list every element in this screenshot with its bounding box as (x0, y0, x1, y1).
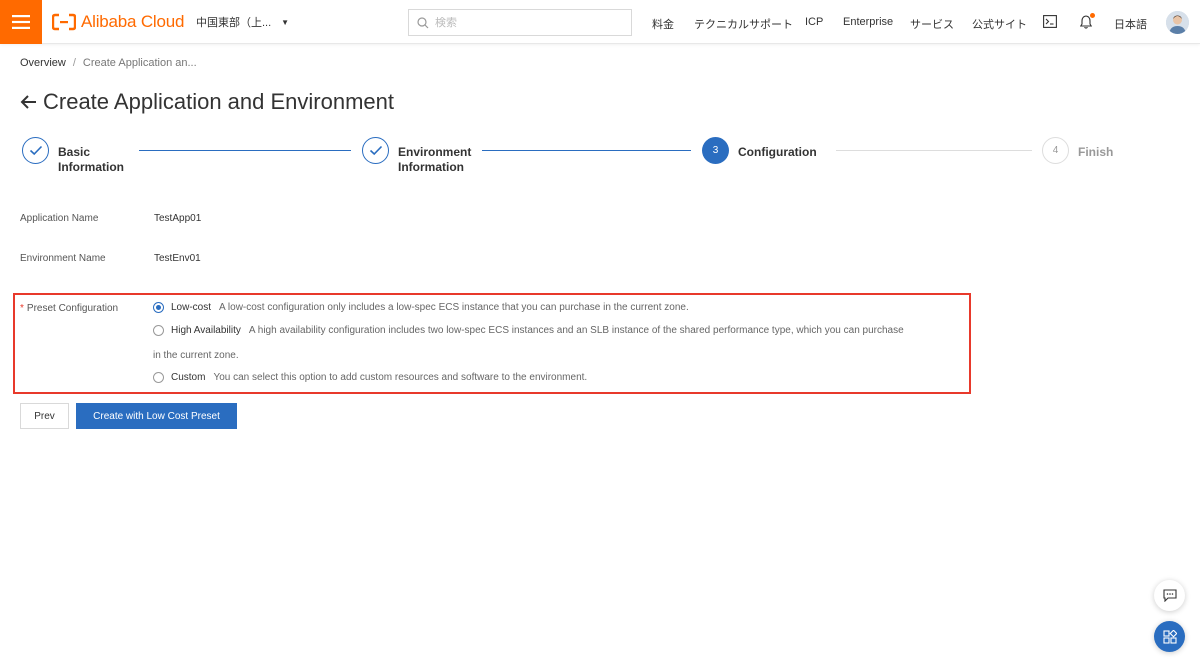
check-icon (29, 145, 42, 156)
nav-icp[interactable]: ICP (805, 16, 823, 28)
breadcrumb-separator: / (72, 57, 76, 69)
env-name-label: Environment Name (20, 253, 106, 264)
nav-pricing[interactable]: 料金 (652, 16, 674, 32)
step-1-label: Basic Information (58, 145, 124, 174)
radio-high-availability[interactable] (153, 325, 164, 336)
page-header: Create Application and Environment (19, 89, 394, 115)
required-mark: * (20, 303, 24, 314)
create-button[interactable]: Create with Low Cost Preset (76, 403, 237, 429)
step-4-circle: 4 (1042, 137, 1069, 164)
option-custom[interactable]: Custom You can select this option to add… (153, 372, 587, 383)
option-low-cost-desc: A low-cost configuration only includes a… (219, 302, 689, 313)
step-connector-1 (139, 150, 351, 151)
step-connector-3 (836, 150, 1032, 151)
search-input[interactable] (435, 16, 615, 29)
page-title: Create Application and Environment (43, 89, 394, 114)
arrow-left-icon[interactable] (19, 92, 39, 112)
breadcrumb: Overview / Create Application an... (20, 57, 197, 69)
preset-config-label-text: Preset Configuration (26, 303, 119, 314)
option-low-cost-name: Low-cost (171, 302, 212, 313)
step-3-circle: 3 (702, 137, 729, 164)
preset-config-label: * Preset Configuration (20, 303, 118, 314)
prev-button[interactable]: Prev (20, 403, 69, 429)
option-high-availability-desc-cont: in the current zone. (153, 350, 239, 361)
radio-low-cost[interactable] (153, 302, 164, 313)
option-custom-desc: You can select this option to add custom… (213, 372, 588, 383)
step-1-circle (22, 137, 49, 164)
top-navigation-bar: Alibaba Cloud 中国東部（上... ▼ 料金 テクニカルサポート I… (0, 0, 1200, 44)
apps-icon (1162, 629, 1177, 644)
search-icon (417, 16, 429, 28)
step-2-label: Environment Information (398, 145, 472, 174)
nav-support[interactable]: テクニカルサポート (694, 16, 793, 32)
notification-dot (1090, 13, 1095, 18)
avatar[interactable] (1166, 11, 1189, 34)
hamburger-icon (12, 15, 30, 29)
nav-enterprise[interactable]: Enterprise (843, 16, 893, 28)
chat-button[interactable] (1154, 580, 1185, 611)
terminal-icon (1043, 15, 1057, 28)
step-2-circle (362, 137, 389, 164)
user-avatar-icon (1166, 11, 1189, 34)
breadcrumb-current: Create Application an... (82, 57, 197, 69)
step-3-label: Configuration (738, 145, 817, 159)
radio-custom[interactable] (153, 372, 164, 383)
alibaba-cloud-logo[interactable]: Alibaba Cloud (52, 11, 184, 33)
apps-button[interactable] (1154, 621, 1185, 652)
env-name-value: TestEnv01 (154, 253, 201, 264)
option-custom-name: Custom (171, 372, 206, 383)
search-box[interactable] (408, 9, 632, 36)
chat-icon (1162, 589, 1177, 602)
step-4-label: Finish (1078, 145, 1114, 159)
brand-mark-icon (52, 13, 76, 31)
caret-down-icon: ▼ (281, 17, 290, 27)
option-high-availability-desc: A high availability configuration includ… (248, 325, 904, 336)
check-icon (369, 145, 382, 156)
nav-official-site[interactable]: 公式サイト (972, 16, 1027, 32)
terminal-button[interactable] (1043, 15, 1057, 33)
brand-name: Alibaba Cloud (81, 12, 185, 31)
option-high-availability-name: High Availability (171, 325, 241, 336)
app-name-value: TestApp01 (154, 213, 202, 224)
language-selector[interactable]: 日本語 (1114, 16, 1147, 32)
breadcrumb-overview[interactable]: Overview (20, 57, 66, 69)
region-selector[interactable]: 中国東部（上... ▼ (196, 14, 289, 30)
notifications-button[interactable] (1079, 13, 1095, 34)
menu-button[interactable] (0, 0, 42, 44)
app-name-label: Application Name (20, 213, 99, 224)
nav-services[interactable]: サービス (910, 16, 954, 32)
option-low-cost[interactable]: Low-cost A low-cost configuration only i… (153, 302, 689, 313)
option-high-availability[interactable]: High Availability A high availability co… (153, 325, 904, 336)
region-label: 中国東部（上... (196, 17, 272, 29)
step-connector-2 (482, 150, 691, 151)
